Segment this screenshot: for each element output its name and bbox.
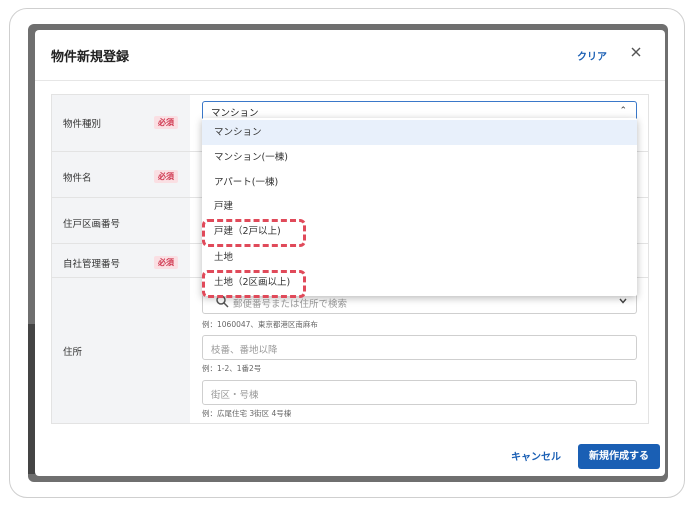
address-search-hint: 例：1060047、東京都港区南麻布	[202, 320, 318, 329]
clear-button[interactable]: クリア	[577, 48, 607, 63]
dropdown-option[interactable]: 土地	[202, 245, 637, 270]
building-block-placeholder: 街区・号棟	[211, 390, 259, 401]
required-badge: 必須	[154, 170, 178, 183]
required-badge: 必須	[154, 116, 178, 129]
internal-number-label: 自社管理番号	[63, 259, 121, 270]
street-number-hint: 例：1-2、1番2号	[202, 364, 262, 373]
dropdown-option[interactable]: マンション(一棟)	[202, 145, 637, 170]
close-icon[interactable]	[628, 44, 644, 60]
highlight-box	[202, 270, 306, 298]
dialog-header: 物件新規登録 クリア	[35, 30, 665, 81]
address-search-placeholder: 郵便番号または住所で検索	[233, 299, 348, 310]
caret-up-icon: ⌃	[619, 106, 627, 116]
dropdown-option[interactable]: マンション	[202, 120, 637, 145]
unit-number-label: 住戸区画番号	[63, 219, 121, 230]
create-button[interactable]: 新規作成する	[578, 444, 660, 469]
property-type-label: 物件種別	[63, 119, 102, 130]
highlight-box	[202, 219, 306, 247]
address-label: 住所	[63, 347, 83, 358]
building-block-input[interactable]: 街区・号棟	[202, 380, 637, 405]
required-badge: 必須	[154, 256, 178, 269]
chevron-down-icon	[619, 298, 627, 304]
building-block-hint: 例：広尾住宅 3街区 4号棟	[202, 409, 292, 418]
property-name-label: 物件名	[63, 173, 92, 184]
property-type-value: マンション	[211, 108, 259, 119]
dialog-title: 物件新規登録	[51, 50, 130, 65]
street-number-input[interactable]: 枝番、番地以降	[202, 335, 637, 360]
cancel-button[interactable]: キャンセル	[511, 448, 561, 463]
dropdown-option[interactable]: アパート(一棟)	[202, 170, 637, 195]
property-registration-dialog: 物件新規登録 クリア 物件種別 必須 物件名 必須 住戸区画番号 自社管理番号 …	[35, 30, 665, 476]
street-number-placeholder: 枝番、番地以降	[211, 345, 278, 356]
dropdown-option[interactable]: 戸建	[202, 194, 637, 219]
